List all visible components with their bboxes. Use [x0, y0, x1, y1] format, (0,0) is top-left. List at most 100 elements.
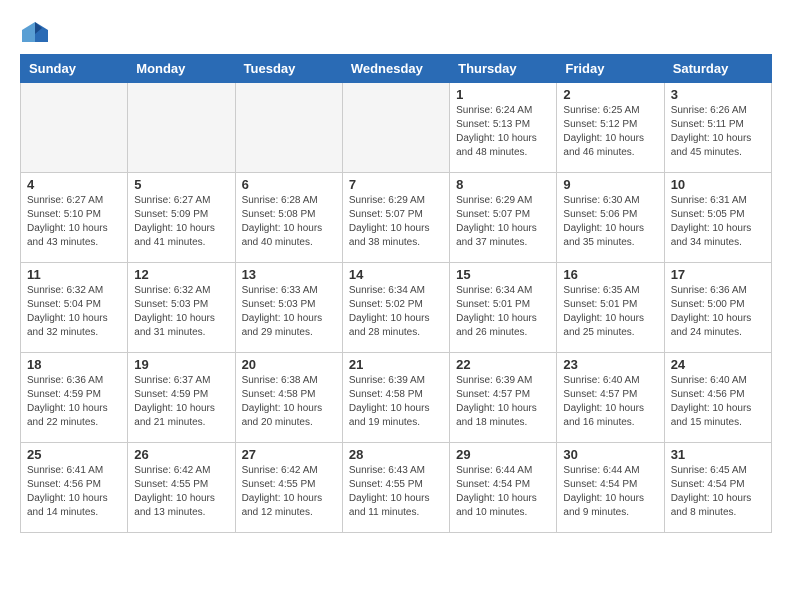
day-number: 9	[563, 177, 657, 192]
calendar-cell	[342, 83, 449, 173]
calendar-cell: 6 Sunrise: 6:28 AM Sunset: 5:08 PM Daylig…	[235, 173, 342, 263]
day-number: 12	[134, 267, 228, 282]
day-number: 10	[671, 177, 765, 192]
day-number: 22	[456, 357, 550, 372]
calendar-cell: 13 Sunrise: 6:33 AM Sunset: 5:03 PM Dayli…	[235, 263, 342, 353]
day-number: 14	[349, 267, 443, 282]
week-row-5: 25 Sunrise: 6:41 AM Sunset: 4:56 PM Dayli…	[21, 443, 772, 533]
day-info: Sunrise: 6:25 AM Sunset: 5:12 PM Dayligh…	[563, 104, 657, 160]
logo-icon	[20, 20, 50, 44]
day-info: Sunrise: 6:29 AM Sunset: 5:07 PM Dayligh…	[349, 194, 443, 250]
calendar-cell: 1 Sunrise: 6:24 AM Sunset: 5:13 PM Daylig…	[450, 83, 557, 173]
calendar-cell	[235, 83, 342, 173]
day-number: 21	[349, 357, 443, 372]
calendar-cell: 20 Sunrise: 6:38 AM Sunset: 4:58 PM Dayli…	[235, 353, 342, 443]
day-number: 15	[456, 267, 550, 282]
day-info: Sunrise: 6:34 AM Sunset: 5:01 PM Dayligh…	[456, 284, 550, 340]
day-number: 20	[242, 357, 336, 372]
day-info: Sunrise: 6:40 AM Sunset: 4:57 PM Dayligh…	[563, 374, 657, 430]
day-number: 16	[563, 267, 657, 282]
day-info: Sunrise: 6:43 AM Sunset: 4:55 PM Dayligh…	[349, 464, 443, 520]
day-info: Sunrise: 6:40 AM Sunset: 4:56 PM Dayligh…	[671, 374, 765, 430]
day-info: Sunrise: 6:37 AM Sunset: 4:59 PM Dayligh…	[134, 374, 228, 430]
calendar-cell: 2 Sunrise: 6:25 AM Sunset: 5:12 PM Daylig…	[557, 83, 664, 173]
day-info: Sunrise: 6:27 AM Sunset: 5:10 PM Dayligh…	[27, 194, 121, 250]
header	[20, 20, 772, 44]
day-header-saturday: Saturday	[664, 55, 771, 83]
logo	[20, 20, 54, 44]
day-header-thursday: Thursday	[450, 55, 557, 83]
day-number: 8	[456, 177, 550, 192]
calendar-cell: 12 Sunrise: 6:32 AM Sunset: 5:03 PM Dayli…	[128, 263, 235, 353]
day-info: Sunrise: 6:32 AM Sunset: 5:04 PM Dayligh…	[27, 284, 121, 340]
day-number: 5	[134, 177, 228, 192]
day-number: 17	[671, 267, 765, 282]
day-number: 18	[27, 357, 121, 372]
week-row-4: 18 Sunrise: 6:36 AM Sunset: 4:59 PM Dayli…	[21, 353, 772, 443]
day-number: 25	[27, 447, 121, 462]
calendar: SundayMondayTuesdayWednesdayThursdayFrid…	[20, 54, 772, 533]
calendar-cell: 23 Sunrise: 6:40 AM Sunset: 4:57 PM Dayli…	[557, 353, 664, 443]
calendar-cell: 17 Sunrise: 6:36 AM Sunset: 5:00 PM Dayli…	[664, 263, 771, 353]
day-number: 11	[27, 267, 121, 282]
day-number: 7	[349, 177, 443, 192]
day-header-tuesday: Tuesday	[235, 55, 342, 83]
day-number: 2	[563, 87, 657, 102]
day-info: Sunrise: 6:28 AM Sunset: 5:08 PM Dayligh…	[242, 194, 336, 250]
calendar-cell: 30 Sunrise: 6:44 AM Sunset: 4:54 PM Dayli…	[557, 443, 664, 533]
calendar-cell	[21, 83, 128, 173]
calendar-cell: 9 Sunrise: 6:30 AM Sunset: 5:06 PM Daylig…	[557, 173, 664, 263]
calendar-cell: 8 Sunrise: 6:29 AM Sunset: 5:07 PM Daylig…	[450, 173, 557, 263]
day-number: 3	[671, 87, 765, 102]
day-number: 23	[563, 357, 657, 372]
day-info: Sunrise: 6:33 AM Sunset: 5:03 PM Dayligh…	[242, 284, 336, 340]
day-header-wednesday: Wednesday	[342, 55, 449, 83]
calendar-cell: 27 Sunrise: 6:42 AM Sunset: 4:55 PM Dayli…	[235, 443, 342, 533]
day-info: Sunrise: 6:38 AM Sunset: 4:58 PM Dayligh…	[242, 374, 336, 430]
day-info: Sunrise: 6:42 AM Sunset: 4:55 PM Dayligh…	[134, 464, 228, 520]
day-info: Sunrise: 6:35 AM Sunset: 5:01 PM Dayligh…	[563, 284, 657, 340]
header-row: SundayMondayTuesdayWednesdayThursdayFrid…	[21, 55, 772, 83]
day-number: 30	[563, 447, 657, 462]
calendar-cell: 24 Sunrise: 6:40 AM Sunset: 4:56 PM Dayli…	[664, 353, 771, 443]
calendar-cell: 10 Sunrise: 6:31 AM Sunset: 5:05 PM Dayli…	[664, 173, 771, 263]
day-number: 13	[242, 267, 336, 282]
week-row-3: 11 Sunrise: 6:32 AM Sunset: 5:04 PM Dayli…	[21, 263, 772, 353]
calendar-cell: 26 Sunrise: 6:42 AM Sunset: 4:55 PM Dayli…	[128, 443, 235, 533]
day-number: 24	[671, 357, 765, 372]
day-number: 19	[134, 357, 228, 372]
day-info: Sunrise: 6:36 AM Sunset: 4:59 PM Dayligh…	[27, 374, 121, 430]
calendar-cell: 29Sunrise: 6:44 AM Sunset: 4:54 PM Dayli…	[450, 443, 557, 533]
day-info: Sunrise: 6:39 AM Sunset: 4:57 PM Dayligh…	[456, 374, 550, 430]
calendar-cell: 22 Sunrise: 6:39 AM Sunset: 4:57 PM Dayli…	[450, 353, 557, 443]
week-row-2: 4 Sunrise: 6:27 AM Sunset: 5:10 PM Daylig…	[21, 173, 772, 263]
day-number: 6	[242, 177, 336, 192]
day-info: Sunrise: 6:44 AM Sunset: 4:54 PM Dayligh…	[456, 464, 550, 520]
day-info: Sunrise: 6:45 AM Sunset: 4:54 PM Dayligh…	[671, 464, 765, 520]
calendar-cell: 25 Sunrise: 6:41 AM Sunset: 4:56 PM Dayli…	[21, 443, 128, 533]
calendar-cell: 21 Sunrise: 6:39 AM Sunset: 4:58 PM Dayli…	[342, 353, 449, 443]
day-info: Sunrise: 6:32 AM Sunset: 5:03 PM Dayligh…	[134, 284, 228, 340]
day-header-friday: Friday	[557, 55, 664, 83]
calendar-cell: 19 Sunrise: 6:37 AM Sunset: 4:59 PM Dayli…	[128, 353, 235, 443]
calendar-cell: 11 Sunrise: 6:32 AM Sunset: 5:04 PM Dayli…	[21, 263, 128, 353]
day-number: 28	[349, 447, 443, 462]
day-info: Sunrise: 6:29 AM Sunset: 5:07 PM Dayligh…	[456, 194, 550, 250]
day-number: 4	[27, 177, 121, 192]
calendar-cell: 4 Sunrise: 6:27 AM Sunset: 5:10 PM Daylig…	[21, 173, 128, 263]
calendar-cell: 15 Sunrise: 6:34 AM Sunset: 5:01 PM Dayli…	[450, 263, 557, 353]
day-info: Sunrise: 6:44 AM Sunset: 4:54 PM Dayligh…	[563, 464, 657, 520]
day-info: Sunrise: 6:34 AM Sunset: 5:02 PM Dayligh…	[349, 284, 443, 340]
day-info: Sunrise: 6:41 AM Sunset: 4:56 PM Dayligh…	[27, 464, 121, 520]
day-info: Sunrise: 6:36 AM Sunset: 5:00 PM Dayligh…	[671, 284, 765, 340]
day-info: Sunrise: 6:30 AM Sunset: 5:06 PM Dayligh…	[563, 194, 657, 250]
day-number: 31	[671, 447, 765, 462]
calendar-cell	[128, 83, 235, 173]
day-info: Sunrise: 6:39 AM Sunset: 4:58 PM Dayligh…	[349, 374, 443, 430]
day-number: 1	[456, 87, 550, 102]
day-number: 26	[134, 447, 228, 462]
day-number: 27	[242, 447, 336, 462]
day-info: Sunrise: 6:42 AM Sunset: 4:55 PM Dayligh…	[242, 464, 336, 520]
day-info: Sunrise: 6:31 AM Sunset: 5:05 PM Dayligh…	[671, 194, 765, 250]
day-info: Sunrise: 6:24 AM Sunset: 5:13 PM Dayligh…	[456, 104, 550, 160]
